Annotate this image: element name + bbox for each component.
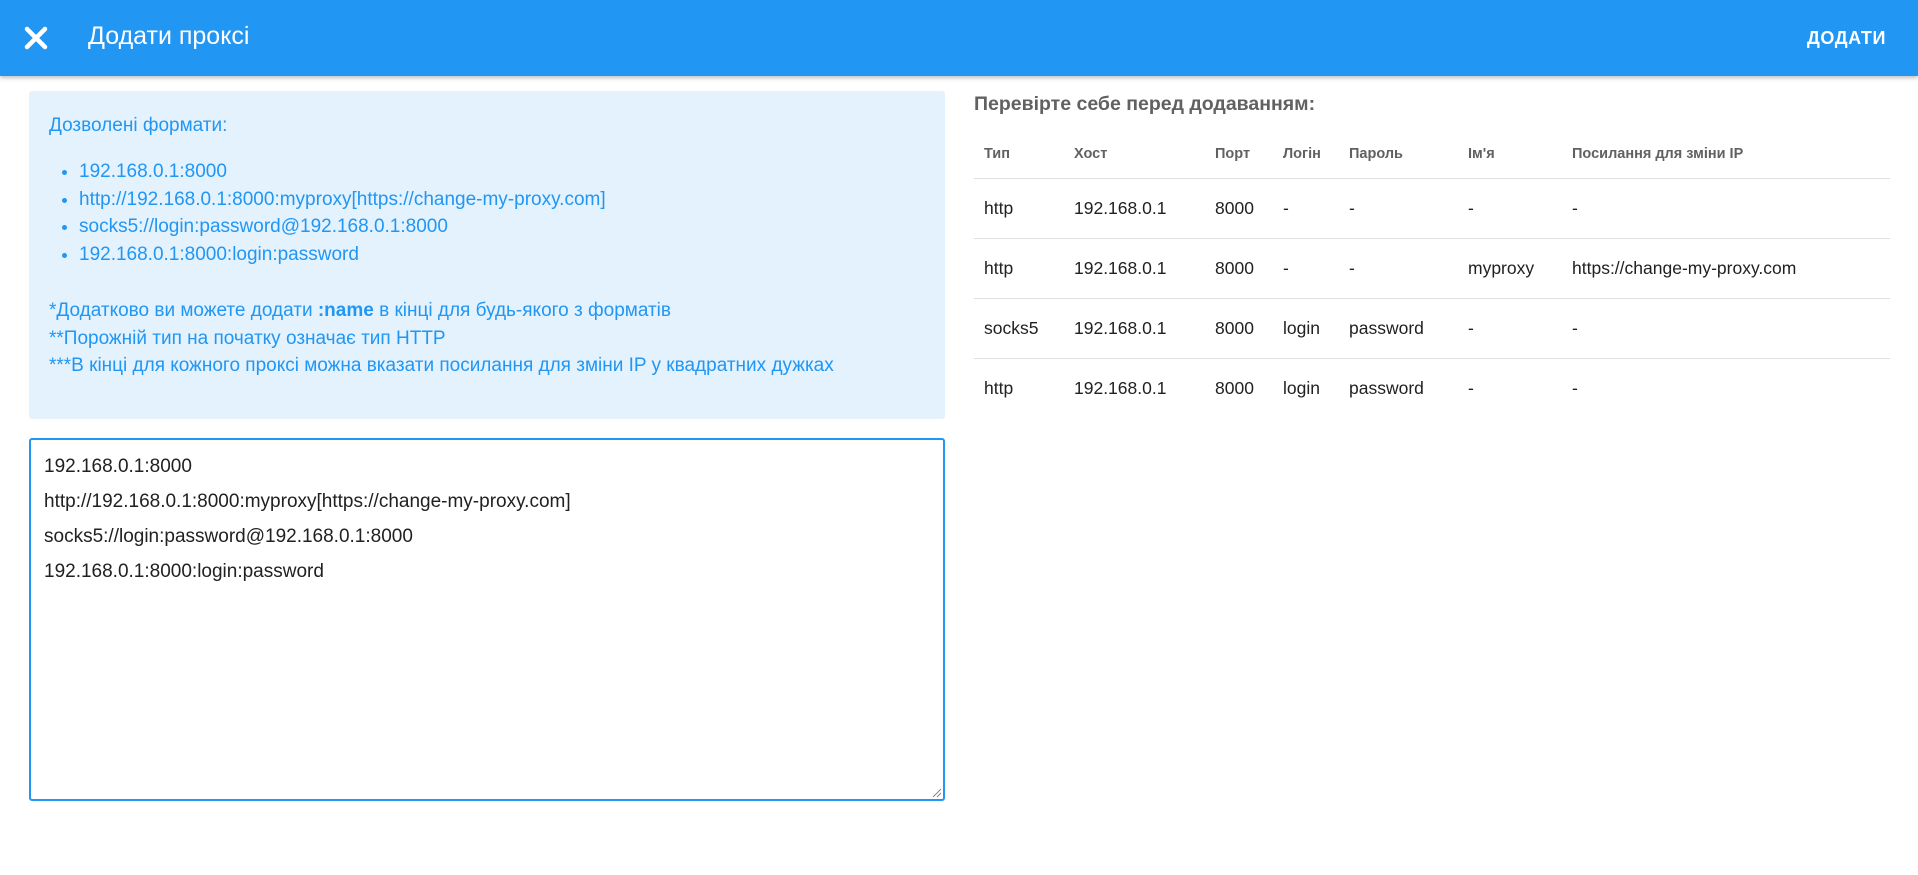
close-button[interactable] [18, 20, 54, 56]
format-item: http://192.168.0.1:8000:myproxy[https://… [79, 186, 925, 214]
cell-type: http [974, 238, 1064, 299]
notes: *Додатково ви можете додати :name в кінц… [49, 297, 925, 380]
cell-password: - [1339, 238, 1458, 299]
column-header-port: Порт [1205, 130, 1273, 179]
formats-heading: Дозволені формати: [49, 115, 228, 136]
input-line: http://192.168.0.1:8000:myproxy[https://… [44, 491, 571, 512]
table-header-row: Тип Хост Порт Логін Пароль Ім'я Посиланн… [974, 130, 1890, 179]
cell-password: password [1339, 298, 1458, 359]
note-empty-type: **Порожній тип на початку означає тип HT… [49, 327, 446, 349]
cell-login: - [1273, 178, 1339, 239]
table-row: socks5 192.168.0.1 8000 login password -… [974, 298, 1890, 359]
note-text: в кінці для будь-якого з форматів [373, 300, 671, 321]
cell-login: login [1273, 298, 1339, 359]
cell-password: password [1349, 377, 1424, 398]
add-button[interactable]: ДОДАТИ [1807, 20, 1886, 56]
input-line: 192.168.0.1:8000 [44, 456, 192, 477]
note-name-suffix: *Додатково ви можете додати :name в кінц… [49, 297, 925, 325]
input-line: socks5://login:password@192.168.0.1:8000 [44, 526, 413, 547]
cell-port: 8000 [1205, 178, 1273, 239]
cell-name: - [1468, 377, 1474, 398]
resize-handle-icon[interactable] [930, 786, 942, 798]
cell-change-ip-link: https://change-my-proxy.com [1562, 238, 1890, 299]
format-item: socks5://login:password@192.168.0.1:8000 [79, 213, 925, 241]
app-bar: Додати проксі ДОДАТИ [0, 0, 1918, 76]
preview-table: Тип Хост Порт Логін Пароль Ім'я Посиланн… [974, 130, 1890, 418]
column-header-password: Пароль [1339, 130, 1458, 179]
column-header-type: Тип [974, 130, 1064, 179]
format-item: 192.168.0.1:8000 [79, 158, 925, 186]
input-line: 192.168.0.1:8000:login:password [44, 561, 324, 582]
cell-change-ip-link: - [1562, 178, 1890, 239]
cell-change-ip-link: - [1562, 298, 1890, 359]
column-header-login: Логін [1273, 130, 1339, 179]
cell-port: 8000 [1205, 298, 1273, 359]
cell-type: socks5 [974, 298, 1064, 359]
cell-type: http [974, 178, 1064, 239]
column-header-change-ip-link: Посилання для зміни IP [1562, 130, 1890, 179]
cell-port: 8000 [1215, 377, 1254, 398]
cell-host: 192.168.0.1 [1074, 377, 1167, 398]
cell-port: 8000 [1205, 238, 1273, 299]
cell-type: http [984, 377, 1014, 398]
table-row: http 192.168.0.1 8000 - - myproxy https:… [974, 238, 1890, 299]
table-row: http 192.168.0.1 8000 - - - - [974, 178, 1890, 239]
note-text: *Додатково ви можете додати [49, 300, 318, 321]
cell-login: - [1273, 238, 1339, 299]
page-title: Додати проксі [88, 22, 250, 50]
cell-change-ip-link: - [1572, 377, 1578, 398]
note-bold-token: :name [317, 300, 374, 321]
proxy-input-textarea[interactable]: 192.168.0.1:8000 http://192.168.0.1:8000… [29, 438, 945, 801]
table-row: http 192.168.0.1 8000 login password - - [974, 358, 1890, 418]
preview-title: Перевірте себе перед додаванням: [974, 93, 1316, 115]
allowed-formats-panel: Дозволені формати: 192.168.0.1:8000 http… [29, 91, 945, 419]
cell-name: - [1458, 178, 1562, 239]
cell-login: login [1283, 377, 1320, 398]
formats-list: 192.168.0.1:8000 http://192.168.0.1:8000… [49, 158, 925, 268]
cell-host: 192.168.0.1 [1064, 238, 1205, 299]
note-change-ip-link: ***В кінці для кожного проксі можна вказ… [49, 355, 834, 376]
cell-host: 192.168.0.1 [1064, 298, 1205, 359]
column-header-name: Ім'я [1458, 130, 1562, 179]
cell-name: - [1458, 298, 1562, 359]
cell-name: myproxy [1458, 238, 1562, 299]
close-icon [24, 26, 48, 50]
format-item: 192.168.0.1:8000:login:password [79, 241, 925, 269]
cell-password: - [1339, 178, 1458, 239]
column-header-host: Хост [1064, 130, 1205, 179]
cell-host: 192.168.0.1 [1064, 178, 1205, 239]
